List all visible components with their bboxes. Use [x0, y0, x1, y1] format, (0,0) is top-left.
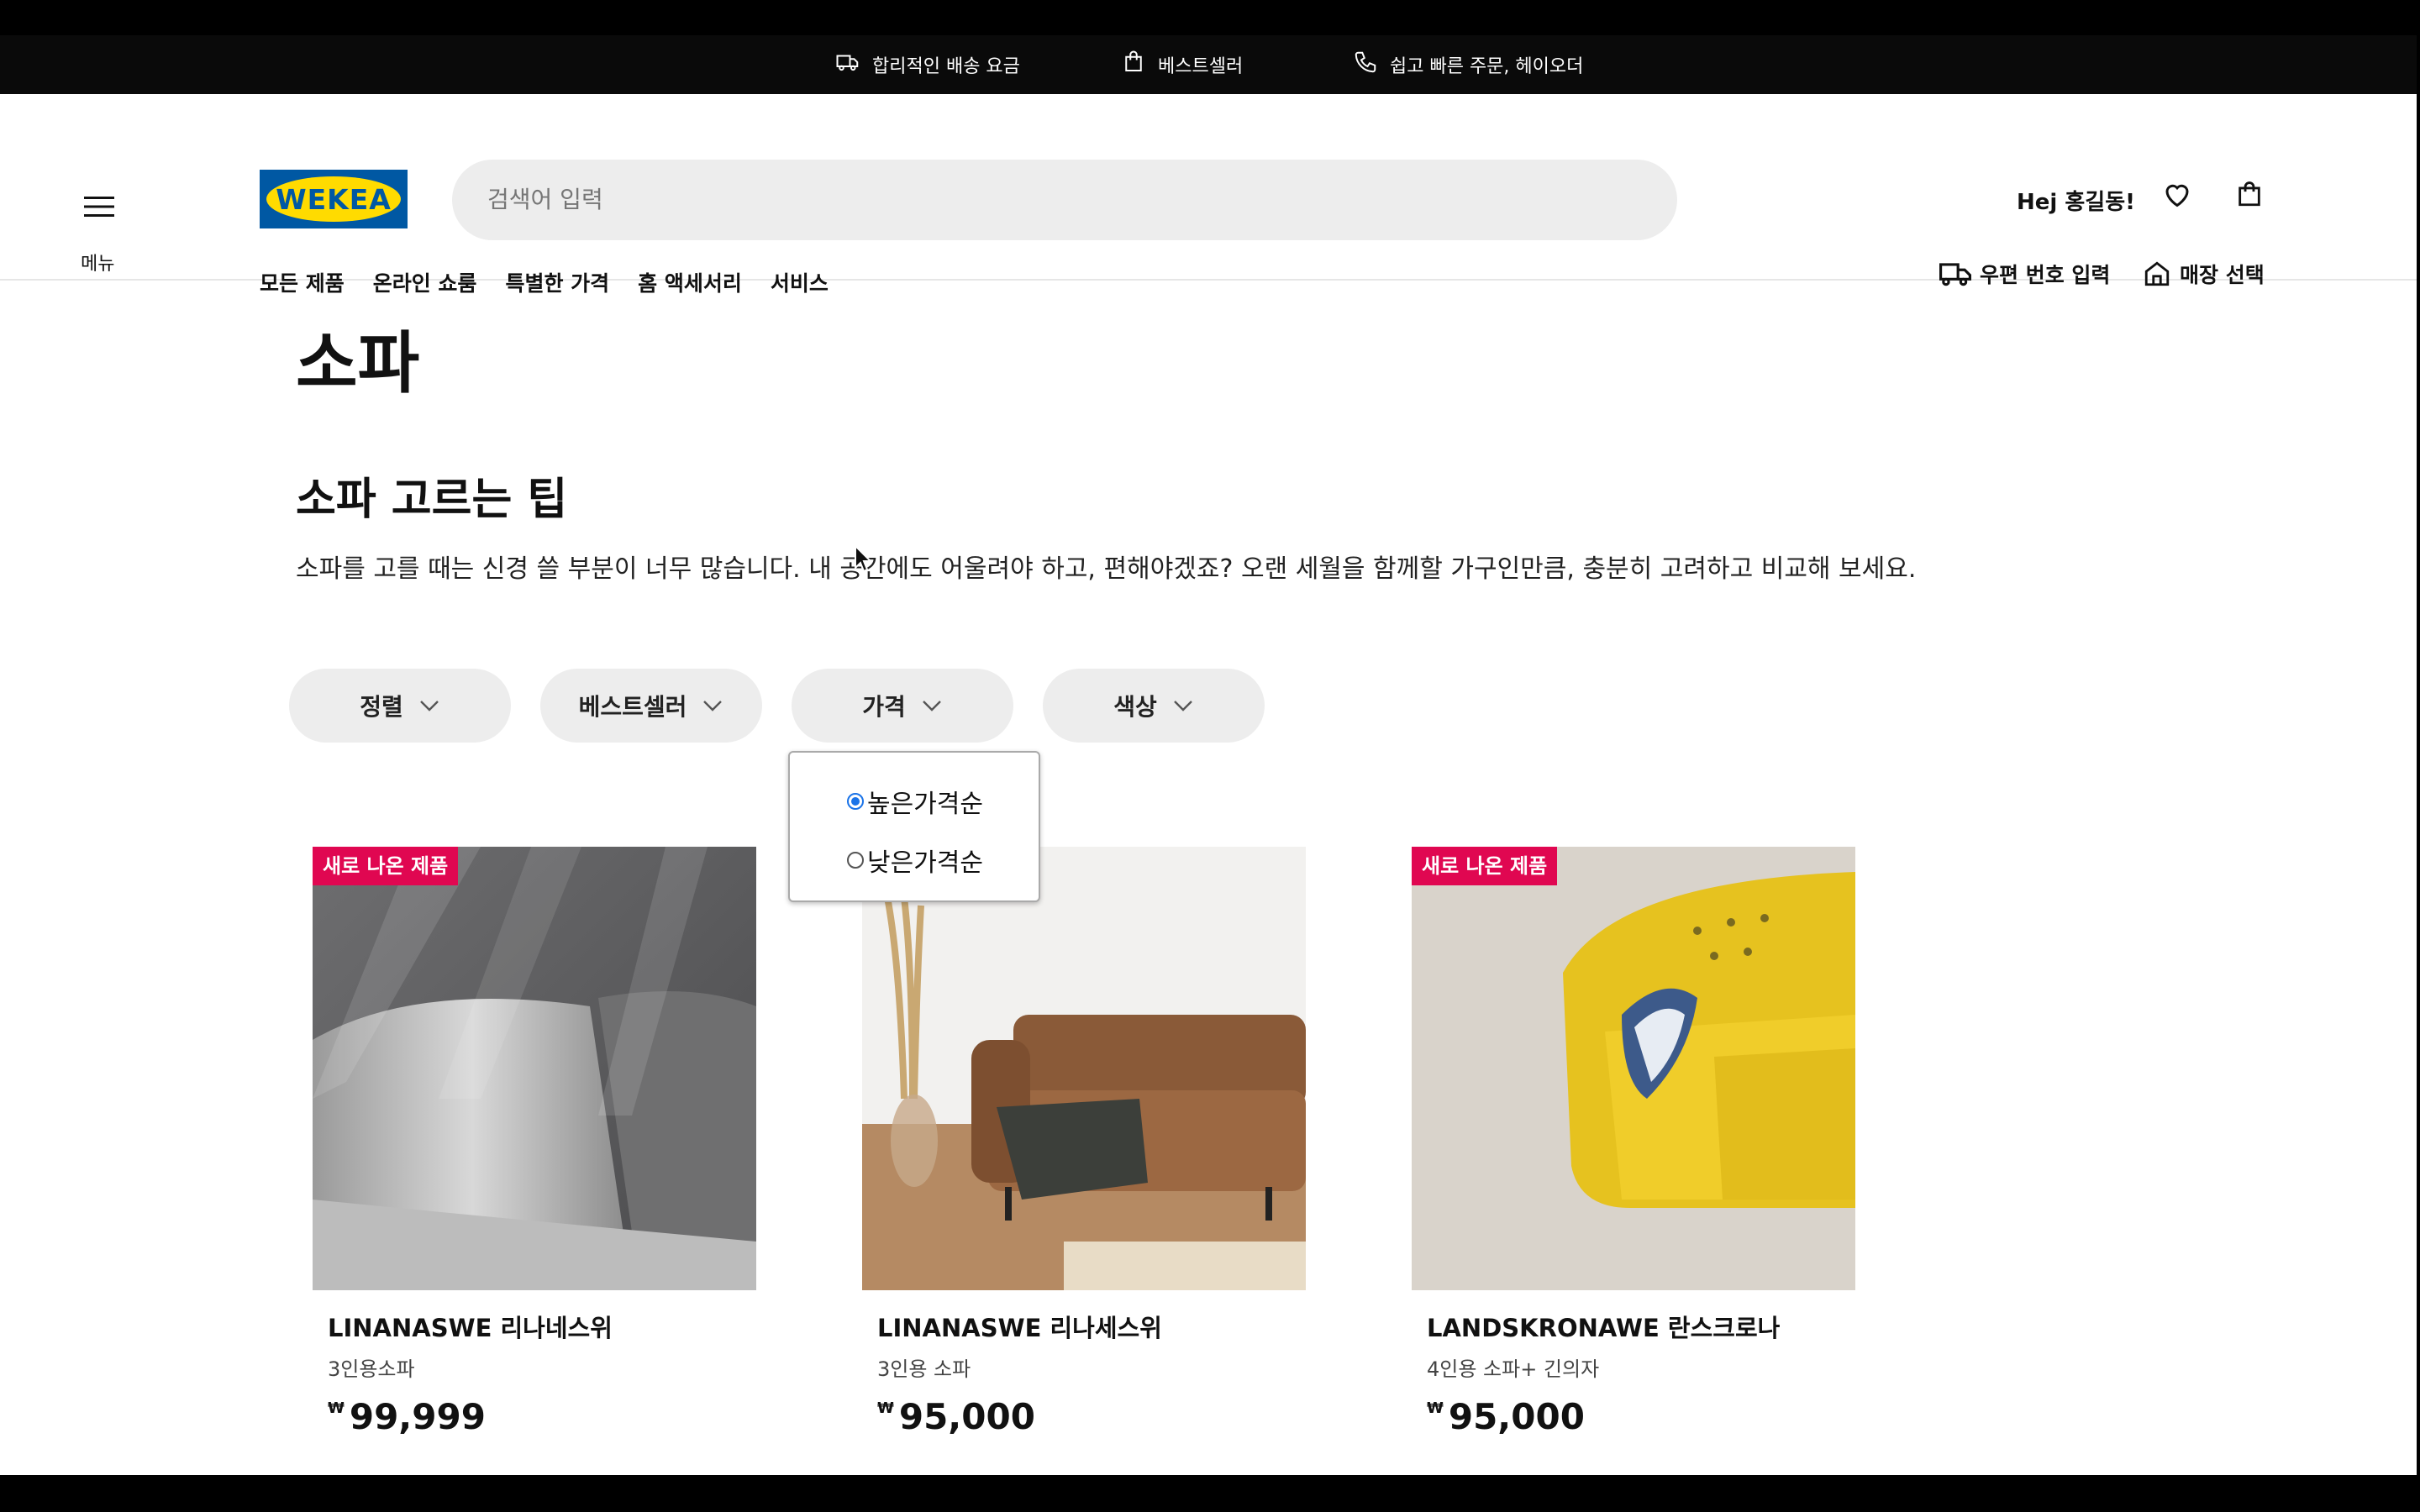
- nav-services[interactable]: 서비스: [771, 267, 829, 297]
- nav-online-showroom[interactable]: 온라인 쇼룸: [373, 267, 477, 297]
- gray-sofa-image: [313, 847, 756, 1290]
- yellow-sofa-image: [1412, 847, 1855, 1290]
- main-nav: 모든 제품 온라인 쇼룸 특별한 가격 홈 액세서리 서비스: [260, 267, 857, 297]
- page-title: 소파: [296, 324, 420, 402]
- radio-selected[interactable]: [847, 793, 864, 810]
- menu-label: 메뉴: [81, 254, 115, 275]
- filter-label: 베스트셀러: [578, 693, 687, 721]
- mouse-cursor-icon: [855, 544, 872, 573]
- promo-label: 쉽고 빠른 주문, 헤이오더: [1390, 56, 1584, 77]
- filter-label: 가격: [862, 693, 906, 721]
- new-product-badge: 새로 나온 제품: [1412, 847, 1558, 885]
- tips-title: 소파 고르는 팁: [296, 475, 568, 525]
- price-option-low[interactable]: 낮은가격순: [847, 842, 983, 879]
- chevron-down-icon: [922, 701, 941, 711]
- price-amount: 95,000: [898, 1396, 1035, 1437]
- heart-icon: [2165, 184, 2189, 207]
- promo-item-hey-order[interactable]: 쉽고 빠른 주문, 헤이오더: [1353, 35, 1583, 94]
- product-image[interactable]: 새로 나온 제품: [1412, 847, 1855, 1290]
- price-amount: 95,000: [1448, 1396, 1585, 1437]
- shopping-bag-icon: [1121, 50, 1146, 80]
- promo-bar: 합리적인 배송 요금 베스트셀러 쉽고 빠른 주문, 헤이오더: [0, 35, 2417, 94]
- product-price: ₩ 95,000: [877, 1396, 1035, 1437]
- store-select-label: 매장 선택: [2180, 263, 2265, 287]
- option-label: 낮은가격순: [867, 848, 983, 878]
- product-description: 3인용소파: [328, 1357, 415, 1381]
- product-name[interactable]: LINANASWE 리나네스위: [328, 1309, 613, 1344]
- store-select-button[interactable]: 매장 선택: [2143, 259, 2265, 289]
- new-product-badge: 새로 나온 제품: [313, 847, 459, 885]
- brown-sofa-image: [862, 847, 1306, 1290]
- shopping-bag-icon: [2238, 181, 2260, 207]
- search-placeholder: 검색어 입력: [487, 186, 603, 213]
- logo-text: WEKEA: [276, 182, 392, 216]
- product-card[interactable]: LINANASWE 리나세스위 3인용 소파 ₩ 95,000: [862, 847, 1306, 1437]
- product-description: 4인용 소파+ 긴의자: [1427, 1357, 1600, 1381]
- filter-sort[interactable]: 정렬: [289, 669, 511, 743]
- promo-label: 베스트셀러: [1158, 56, 1244, 77]
- chevron-down-icon: [703, 701, 723, 711]
- hamburger-menu-button[interactable]: [81, 188, 118, 225]
- promo-item-bestseller[interactable]: 베스트셀러: [1121, 35, 1243, 94]
- chevron-down-icon: [419, 701, 439, 711]
- nav-all-products[interactable]: 모든 제품: [260, 267, 345, 297]
- site-header: 메뉴 WEKEA 검색어 입력 Hej 홍길동! 모든 제품 온라인 쇼룸 특별…: [0, 94, 2417, 296]
- radio-unselected[interactable]: [847, 852, 864, 869]
- postal-code-label: 우편 번호 입력: [1980, 263, 2111, 287]
- browser-viewport: 합리적인 배송 요금 베스트셀러 쉽고 빠른 주문, 헤이오더 메뉴 WEKEA: [0, 35, 2417, 1475]
- product-name[interactable]: LINANASWE 리나세스위: [877, 1309, 1162, 1344]
- wishlist-button[interactable]: [2160, 176, 2195, 212]
- promo-item-shipping[interactable]: 합리적인 배송 요금: [835, 35, 1020, 94]
- product-image[interactable]: [862, 847, 1306, 1290]
- price-option-high[interactable]: 높은가격순: [847, 783, 983, 820]
- chevron-down-icon: [1173, 701, 1192, 711]
- price-sort-dropdown: 높은가격순 낮은가격순: [788, 751, 1040, 902]
- product-image[interactable]: 새로 나온 제품: [313, 847, 756, 1290]
- filter-color[interactable]: 색상: [1043, 669, 1265, 743]
- product-card[interactable]: 새로 나온 제품 LANDSKRONAWE 란스크로나 4인용 소파+ 긴의자 …: [1412, 847, 1855, 1437]
- nav-special-price[interactable]: 특별한 가격: [505, 267, 609, 297]
- postal-code-button[interactable]: 우편 번호 입력: [1939, 259, 2110, 289]
- nav-home-accessories[interactable]: 홈 액세서리: [638, 267, 742, 297]
- truck-icon: [1939, 263, 1971, 286]
- site-logo[interactable]: WEKEA: [260, 170, 408, 228]
- filter-label: 정렬: [360, 693, 403, 721]
- filter-price[interactable]: 가격: [792, 669, 1013, 743]
- product-price: ₩ 99,999: [328, 1396, 486, 1437]
- user-greeting[interactable]: Hej 홍길동!: [2017, 185, 2135, 216]
- search-input[interactable]: 검색어 입력: [452, 160, 1677, 240]
- store-icon: [2144, 261, 2170, 286]
- price-amount: 99,999: [349, 1396, 486, 1437]
- filter-bestseller[interactable]: 베스트셀러: [540, 669, 762, 743]
- truck-icon: [835, 50, 860, 80]
- option-label: 높은가격순: [867, 790, 983, 819]
- currency-symbol: ₩: [1427, 1399, 1444, 1417]
- promo-label: 합리적인 배송 요금: [872, 56, 1020, 77]
- cart-button[interactable]: [2232, 176, 2267, 212]
- product-price: ₩ 95,000: [1427, 1396, 1585, 1437]
- filter-label: 색상: [1113, 693, 1157, 721]
- hamburger-icon: [84, 197, 114, 217]
- product-card[interactable]: 새로 나온 제품 LINANASWE 리나네스위 3인용소파 ₩ 99,999: [313, 847, 756, 1437]
- product-name[interactable]: LANDSKRONAWE 란스크로나: [1427, 1309, 1780, 1344]
- logo-oval: WEKEA: [266, 176, 401, 222]
- phone-icon: [1353, 50, 1378, 80]
- currency-symbol: ₩: [328, 1399, 345, 1417]
- currency-symbol: ₩: [877, 1399, 894, 1417]
- tips-text: 소파를 고를 때는 신경 쓸 부분이 너무 많습니다. 내 공간에도 어울려야 …: [296, 554, 1917, 584]
- product-description: 3인용 소파: [877, 1357, 971, 1381]
